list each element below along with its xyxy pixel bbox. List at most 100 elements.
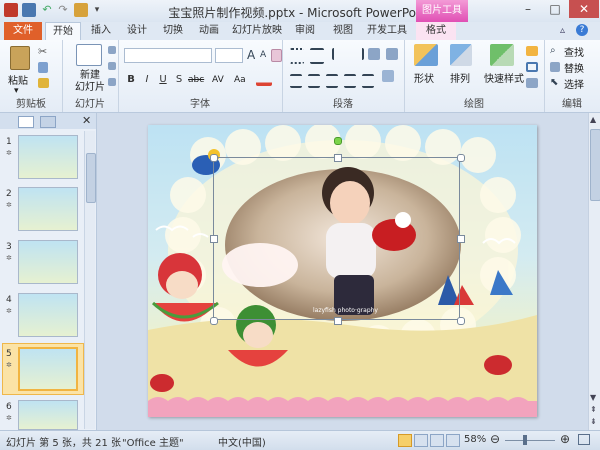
outline-tab-icon[interactable] bbox=[40, 116, 56, 128]
slide-thumb-2[interactable] bbox=[18, 187, 78, 231]
close-button[interactable]: ✕ bbox=[569, 0, 599, 18]
slide-thumb-3[interactable] bbox=[18, 240, 78, 284]
layout-icon[interactable] bbox=[108, 46, 116, 54]
zoom-in-button[interactable]: ⊕ bbox=[560, 432, 570, 446]
align-right-icon[interactable] bbox=[326, 74, 338, 88]
normal-view-icon[interactable] bbox=[398, 434, 412, 447]
find-icon[interactable]: ⌕ bbox=[550, 46, 560, 56]
scroll-down-icon[interactable]: ▼ bbox=[590, 393, 596, 402]
shrink-font-button[interactable]: A bbox=[260, 50, 266, 60]
tab-view[interactable]: 视图 bbox=[326, 22, 360, 40]
tab-home[interactable]: 开始 bbox=[45, 22, 81, 40]
scroll-thumb[interactable] bbox=[590, 129, 600, 201]
zoom-slider-track[interactable] bbox=[505, 440, 555, 441]
slides-pane-scrollbar[interactable] bbox=[84, 131, 96, 429]
picture-selection-box[interactable] bbox=[213, 157, 460, 320]
zoom-level[interactable]: 58% bbox=[464, 434, 486, 445]
line-spacing-icon[interactable] bbox=[368, 48, 380, 60]
quick-styles-label[interactable]: 快速样式 bbox=[484, 70, 524, 85]
resize-handle[interactable] bbox=[457, 154, 465, 162]
numbering-icon[interactable] bbox=[310, 48, 324, 64]
arrange-label[interactable]: 排列 bbox=[450, 70, 470, 85]
section-icon[interactable] bbox=[108, 78, 116, 86]
tab-developer[interactable]: 开发工具 bbox=[364, 22, 410, 40]
ribbon-collapse-icon[interactable]: ▵ bbox=[560, 25, 565, 36]
slide-thumb-1[interactable] bbox=[18, 135, 78, 179]
theme-name[interactable]: "Office 主题" bbox=[122, 434, 184, 449]
slide-thumb-5[interactable] bbox=[18, 347, 78, 391]
cut-icon[interactable]: ✂ bbox=[38, 46, 49, 57]
minimize-button[interactable]: – bbox=[515, 0, 541, 18]
slides-tab-icon[interactable] bbox=[18, 116, 34, 128]
grow-font-button[interactable]: A bbox=[247, 48, 255, 62]
scroll-up-icon[interactable]: ▲ bbox=[590, 115, 596, 124]
maximize-button[interactable]: □ bbox=[542, 0, 568, 18]
strikethrough-button[interactable]: abc bbox=[188, 75, 204, 85]
distribute-icon[interactable] bbox=[362, 74, 374, 88]
shadow-button[interactable]: S bbox=[172, 74, 186, 85]
resize-handle[interactable] bbox=[210, 235, 218, 243]
tab-transitions[interactable]: 切换 bbox=[156, 22, 190, 40]
font-color-icon[interactable] bbox=[256, 74, 272, 86]
reset-icon[interactable] bbox=[108, 62, 116, 70]
resize-handle[interactable] bbox=[210, 317, 218, 325]
tab-slideshow[interactable]: 幻灯片放映 bbox=[230, 22, 284, 40]
spacing-button[interactable]: AV bbox=[212, 75, 224, 85]
justify-icon[interactable] bbox=[344, 74, 356, 88]
italic-button[interactable]: I bbox=[140, 74, 154, 85]
shape-fill-icon[interactable] bbox=[526, 46, 538, 56]
increase-indent-icon[interactable] bbox=[350, 48, 364, 60]
tab-file[interactable]: 文件 bbox=[4, 22, 42, 40]
resize-handle[interactable] bbox=[210, 154, 218, 162]
underline-button[interactable]: U bbox=[156, 74, 170, 85]
resize-handle[interactable] bbox=[334, 154, 342, 162]
slide-canvas[interactable]: lazyfish photo·graphy bbox=[148, 125, 537, 417]
align-left-icon[interactable] bbox=[290, 74, 302, 88]
tab-review[interactable]: 审阅 bbox=[288, 22, 322, 40]
tab-format[interactable]: 格式 bbox=[416, 22, 456, 40]
slide-sorter-icon[interactable] bbox=[414, 434, 428, 447]
fit-slide-icon[interactable] bbox=[578, 434, 590, 445]
select-label[interactable]: 选择 bbox=[564, 76, 584, 91]
slide-thumb-6[interactable] bbox=[18, 400, 78, 430]
columns-icon[interactable] bbox=[386, 48, 398, 60]
resize-handle[interactable] bbox=[457, 235, 465, 243]
bold-button[interactable]: B bbox=[124, 74, 138, 85]
select-icon[interactable]: ⬉ bbox=[550, 78, 560, 88]
next-slide-icon[interactable]: ⇟ bbox=[590, 417, 597, 426]
shapes-label[interactable]: 形状 bbox=[414, 70, 434, 85]
close-pane-icon[interactable]: ✕ bbox=[82, 114, 91, 127]
paste-label[interactable]: 粘贴 bbox=[8, 72, 28, 87]
tab-animations[interactable]: 动画 bbox=[192, 22, 226, 40]
slideshow-icon[interactable] bbox=[446, 434, 460, 447]
arrange-icon[interactable] bbox=[450, 44, 472, 66]
shapes-icon[interactable] bbox=[414, 44, 438, 66]
bullets-icon[interactable] bbox=[290, 48, 304, 64]
resize-handle[interactable] bbox=[334, 317, 342, 325]
reading-view-icon[interactable] bbox=[430, 434, 444, 447]
resize-handle[interactable] bbox=[457, 317, 465, 325]
decrease-indent-icon[interactable] bbox=[332, 48, 346, 60]
font-name-select[interactable] bbox=[124, 48, 212, 63]
replace-icon[interactable] bbox=[550, 62, 560, 72]
find-label[interactable]: 查找 bbox=[564, 44, 584, 59]
replace-label[interactable]: 替换 bbox=[564, 60, 584, 75]
scroll-thumb[interactable] bbox=[86, 153, 96, 203]
zoom-slider-thumb[interactable] bbox=[523, 435, 527, 445]
font-size-select[interactable] bbox=[215, 48, 243, 63]
zoom-out-button[interactable]: ⊖ bbox=[490, 432, 500, 446]
shape-effects-icon[interactable] bbox=[526, 78, 538, 88]
clear-format-icon[interactable] bbox=[271, 49, 282, 62]
change-case-button[interactable]: Aa bbox=[234, 75, 246, 85]
shape-outline-icon[interactable] bbox=[526, 62, 538, 72]
language[interactable]: 中文(中国) bbox=[218, 434, 266, 449]
slide-thumb-4[interactable] bbox=[18, 293, 78, 337]
editor-scrollbar[interactable]: ▲ ▼ ⇞ ⇟ bbox=[588, 113, 600, 430]
rotate-handle[interactable] bbox=[334, 137, 342, 145]
tab-design[interactable]: 设计 bbox=[120, 22, 154, 40]
tab-insert[interactable]: 插入 bbox=[84, 22, 118, 40]
new-slide-label[interactable]: 新建 幻灯片 bbox=[70, 70, 110, 94]
prev-slide-icon[interactable]: ⇞ bbox=[590, 405, 597, 414]
help-icon[interactable]: ? bbox=[576, 24, 588, 36]
new-slide-icon[interactable] bbox=[76, 44, 102, 66]
